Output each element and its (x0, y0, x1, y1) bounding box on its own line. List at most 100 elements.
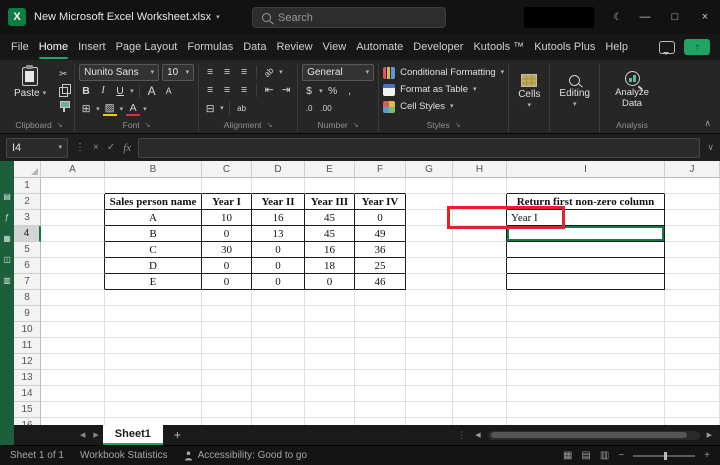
align-bottom-button[interactable]: ≡ (237, 65, 251, 80)
cell-F3[interactable]: 0 (355, 210, 406, 226)
cell-E2[interactable]: Year III (305, 194, 355, 210)
cell-E12[interactable] (305, 354, 355, 370)
title-dropdown-icon[interactable]: ▾ (216, 14, 220, 21)
cell-A11[interactable] (41, 338, 105, 354)
row-header-1[interactable]: 1 (14, 178, 41, 194)
number-format-dropdown-icon[interactable]: ▾ (366, 69, 370, 76)
cell-J10[interactable] (665, 322, 720, 338)
cell-G5[interactable] (406, 242, 453, 258)
cell-I11[interactable] (507, 338, 665, 354)
cell-F10[interactable] (355, 322, 406, 338)
cell-B1[interactable] (105, 178, 202, 194)
underline-dropdown-icon[interactable]: ▾ (130, 88, 134, 95)
cell-G4[interactable] (406, 226, 453, 242)
column-header-H[interactable]: H (453, 161, 507, 178)
align-right-button[interactable]: ≡ (237, 83, 251, 98)
merge-center-button[interactable]: ⊟ (203, 101, 217, 116)
row-header-7[interactable]: 7 (14, 274, 41, 290)
alignment-dialog-launcher-icon[interactable]: ↘ (267, 121, 273, 129)
editing-dropdown-icon[interactable]: ▾ (573, 101, 577, 108)
cell-E1[interactable] (305, 178, 355, 194)
row-header-6[interactable]: 6 (14, 258, 41, 274)
cell-A3[interactable] (41, 210, 105, 226)
cell-D4[interactable]: 13 (252, 226, 305, 242)
cell-H10[interactable] (453, 322, 507, 338)
cell-H8[interactable] (453, 290, 507, 306)
row-header-2[interactable]: 2 (14, 194, 41, 210)
cell-F15[interactable] (355, 402, 406, 418)
cell-A12[interactable] (41, 354, 105, 370)
italic-button[interactable]: I (96, 84, 110, 99)
cell-J14[interactable] (665, 386, 720, 402)
cell-E11[interactable] (305, 338, 355, 354)
cell-E14[interactable] (305, 386, 355, 402)
cell-B13[interactable] (105, 370, 202, 386)
menu-tab-view[interactable]: View (318, 34, 352, 60)
insert-function-icon[interactable]: fx (123, 142, 131, 154)
cell-E9[interactable] (305, 306, 355, 322)
zoom-out-button[interactable]: − (618, 450, 624, 461)
cell-D2[interactable]: Year II (252, 194, 305, 210)
cell-F16[interactable] (355, 418, 406, 425)
menu-tab-page-layout[interactable]: Page Layout (111, 34, 183, 60)
cell-J8[interactable] (665, 290, 720, 306)
cell-I5[interactable] (507, 242, 665, 258)
menu-tab-formulas[interactable]: Formulas (182, 34, 238, 60)
cell-I12[interactable] (507, 354, 665, 370)
cell-J1[interactable] (665, 178, 720, 194)
cell-E15[interactable] (305, 402, 355, 418)
font-color-dropdown-icon[interactable]: ▾ (143, 106, 147, 113)
row-header-16[interactable]: 16 (14, 418, 41, 425)
cell-I15[interactable] (507, 402, 665, 418)
row-header-9[interactable]: 9 (14, 306, 41, 322)
cell-B15[interactable] (105, 402, 202, 418)
row-header-12[interactable]: 12 (14, 354, 41, 370)
cell-I3[interactable]: Year I (507, 210, 665, 226)
bold-button[interactable]: B (79, 84, 93, 99)
cell-F5[interactable]: 36 (355, 242, 406, 258)
cell-J15[interactable] (665, 402, 720, 418)
name-box-dropdown-icon[interactable]: ▾ (58, 144, 62, 151)
cell-A2[interactable] (41, 194, 105, 210)
number-dialog-launcher-icon[interactable]: ↘ (353, 121, 359, 129)
row-header-5[interactable]: 5 (14, 242, 41, 258)
cell-F9[interactable] (355, 306, 406, 322)
cell-A7[interactable] (41, 274, 105, 290)
clipboard-dialog-launcher-icon[interactable]: ↘ (57, 121, 63, 129)
minimize-button[interactable]: — (630, 0, 660, 34)
maximize-button[interactable]: □ (660, 0, 690, 34)
accounting-dropdown-icon[interactable]: ▾ (319, 88, 323, 95)
row-header-14[interactable]: 14 (14, 386, 41, 402)
cell-J16[interactable] (665, 418, 720, 425)
cell-I8[interactable] (507, 290, 665, 306)
cell-F12[interactable] (355, 354, 406, 370)
window-title-group[interactable]: New Microsoft Excel Worksheet.xlsx ▾ (34, 11, 220, 23)
row-header-4[interactable]: 4 (14, 226, 41, 242)
cell-I9[interactable] (507, 306, 665, 322)
cell-G7[interactable] (406, 274, 453, 290)
cell-D13[interactable] (252, 370, 305, 386)
cell-J9[interactable] (665, 306, 720, 322)
cell-B8[interactable] (105, 290, 202, 306)
cell-C8[interactable] (202, 290, 252, 306)
cell-E5[interactable]: 16 (305, 242, 355, 258)
cell-B14[interactable] (105, 386, 202, 402)
cell-H5[interactable] (453, 242, 507, 258)
cell-H7[interactable] (453, 274, 507, 290)
cell-A14[interactable] (41, 386, 105, 402)
merge-dropdown-icon[interactable]: ▾ (220, 105, 224, 112)
align-top-button[interactable]: ≡ (203, 65, 217, 80)
wrap-text-button[interactable]: ab (235, 101, 249, 116)
cell-F14[interactable] (355, 386, 406, 402)
column-header-A[interactable]: A (41, 161, 105, 178)
increase-font-size-button[interactable]: A (145, 84, 159, 99)
fill-color-button[interactable]: ▨ (103, 102, 117, 116)
cell-G8[interactable] (406, 290, 453, 306)
collapse-ribbon-button[interactable]: ∧ (704, 118, 711, 129)
cell-F4[interactable]: 49 (355, 226, 406, 242)
cell-H1[interactable] (453, 178, 507, 194)
format-as-table-button[interactable]: Format as Table▾ (383, 81, 504, 98)
borders-dropdown-icon[interactable]: ▾ (96, 106, 100, 113)
column-header-E[interactable]: E (305, 161, 355, 178)
cell-G1[interactable] (406, 178, 453, 194)
